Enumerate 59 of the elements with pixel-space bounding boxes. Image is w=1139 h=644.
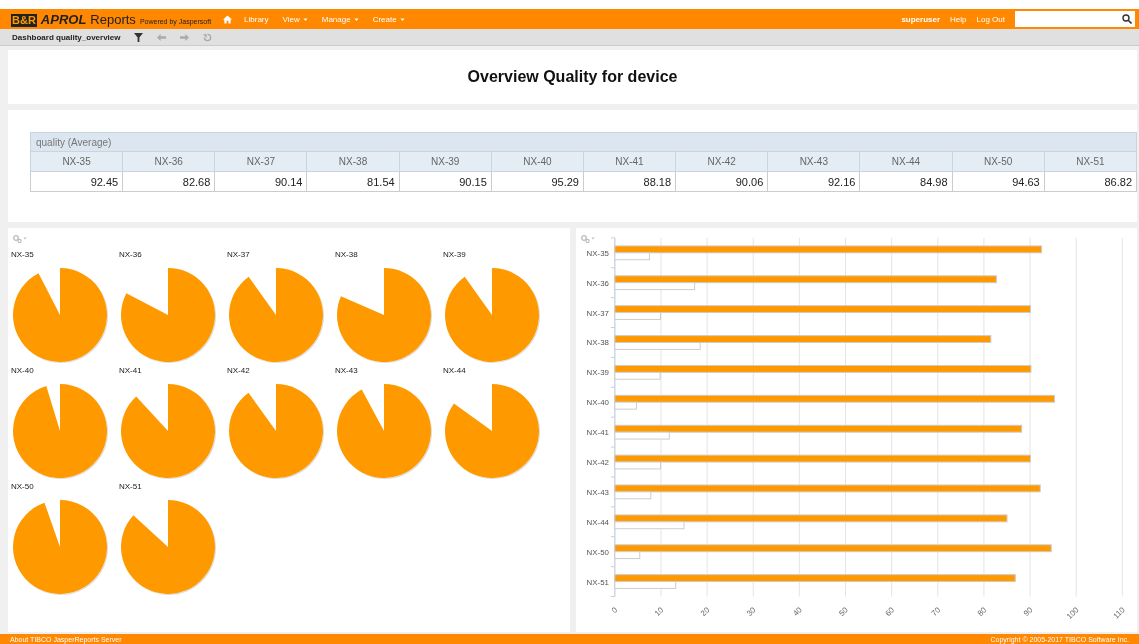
filter-icon[interactable]	[134, 32, 144, 42]
settings-icon[interactable]	[13, 234, 27, 243]
header-link[interactable]: Log Out	[976, 14, 1005, 24]
nav-menu[interactable]: Create	[372, 14, 405, 24]
axis-label: NX-39	[586, 368, 609, 378]
axis-label: NX-42	[586, 458, 609, 467]
axis-label: NX-51	[586, 577, 609, 587]
search-field[interactable]	[1015, 11, 1135, 27]
pie-label: NX-35	[11, 250, 35, 261]
table-group-header: quality (Average)	[30, 132, 1137, 152]
pie-label: NX-41	[119, 366, 143, 377]
axis-label: NX-36	[586, 278, 609, 288]
pie-label: NX-39	[443, 250, 467, 261]
search-icon[interactable]	[1122, 14, 1132, 24]
axis-label: NX-43	[586, 487, 609, 497]
pie-label: NX-43	[335, 366, 359, 377]
axis-label: NX-50	[586, 547, 609, 557]
report-title: Overview Quality for device	[467, 68, 678, 86]
logo-mark: B&R	[11, 13, 37, 27]
pie-label: NX-36	[119, 250, 143, 261]
header-link[interactable]: Help	[950, 14, 967, 24]
redo-icon[interactable]	[180, 32, 190, 42]
pie-label: NX-37	[227, 250, 251, 261]
table-cell: 92.16	[767, 171, 860, 192]
logo-name: APROL	[40, 11, 87, 27]
column-header: NX-35	[30, 151, 123, 172]
pie-label: NX-40	[11, 366, 35, 377]
nav-menu[interactable]: View	[282, 14, 308, 24]
nav-menu[interactable]: Library	[244, 14, 269, 24]
table-cell: 90.14	[214, 171, 307, 192]
table-cell: 90.06	[675, 171, 768, 192]
home-icon[interactable]	[223, 14, 233, 24]
table-cell: 88.18	[583, 171, 676, 192]
nav-menu[interactable]: Manage	[321, 14, 359, 24]
undo-icon[interactable]	[157, 32, 167, 42]
pie-label: NX-51	[119, 482, 143, 493]
table-cell: 95.29	[491, 171, 584, 192]
pie-label: NX-44	[443, 366, 467, 377]
axis-label: NX-40	[586, 398, 609, 408]
username[interactable]: superuser	[901, 14, 941, 24]
axis-label: NX-37	[586, 308, 609, 318]
axis-label: NX-44	[586, 517, 609, 527]
dashboard-title: Dashboard quality_overview	[12, 32, 121, 42]
axis-label: NX-38	[586, 338, 609, 348]
table-cell: 90.15	[399, 171, 492, 192]
product-name: Reports	[90, 11, 136, 27]
reset-icon[interactable]	[203, 32, 213, 42]
axis-label: NX-35	[586, 248, 609, 258]
table-cell: 94.63	[952, 171, 1045, 192]
pie-label: NX-42	[227, 366, 251, 377]
table-cell: 81.54	[306, 171, 400, 192]
pie-label: NX-38	[335, 250, 359, 261]
table-cell: 92.45	[30, 171, 123, 192]
table-cell: 82.68	[122, 171, 215, 192]
table-cell: 84.98	[859, 171, 953, 192]
axis-label: NX-41	[586, 428, 609, 438]
settings-icon[interactable]	[580, 234, 595, 243]
table-cell: 86.82	[1044, 171, 1137, 192]
pie-label: NX-50	[11, 482, 35, 493]
